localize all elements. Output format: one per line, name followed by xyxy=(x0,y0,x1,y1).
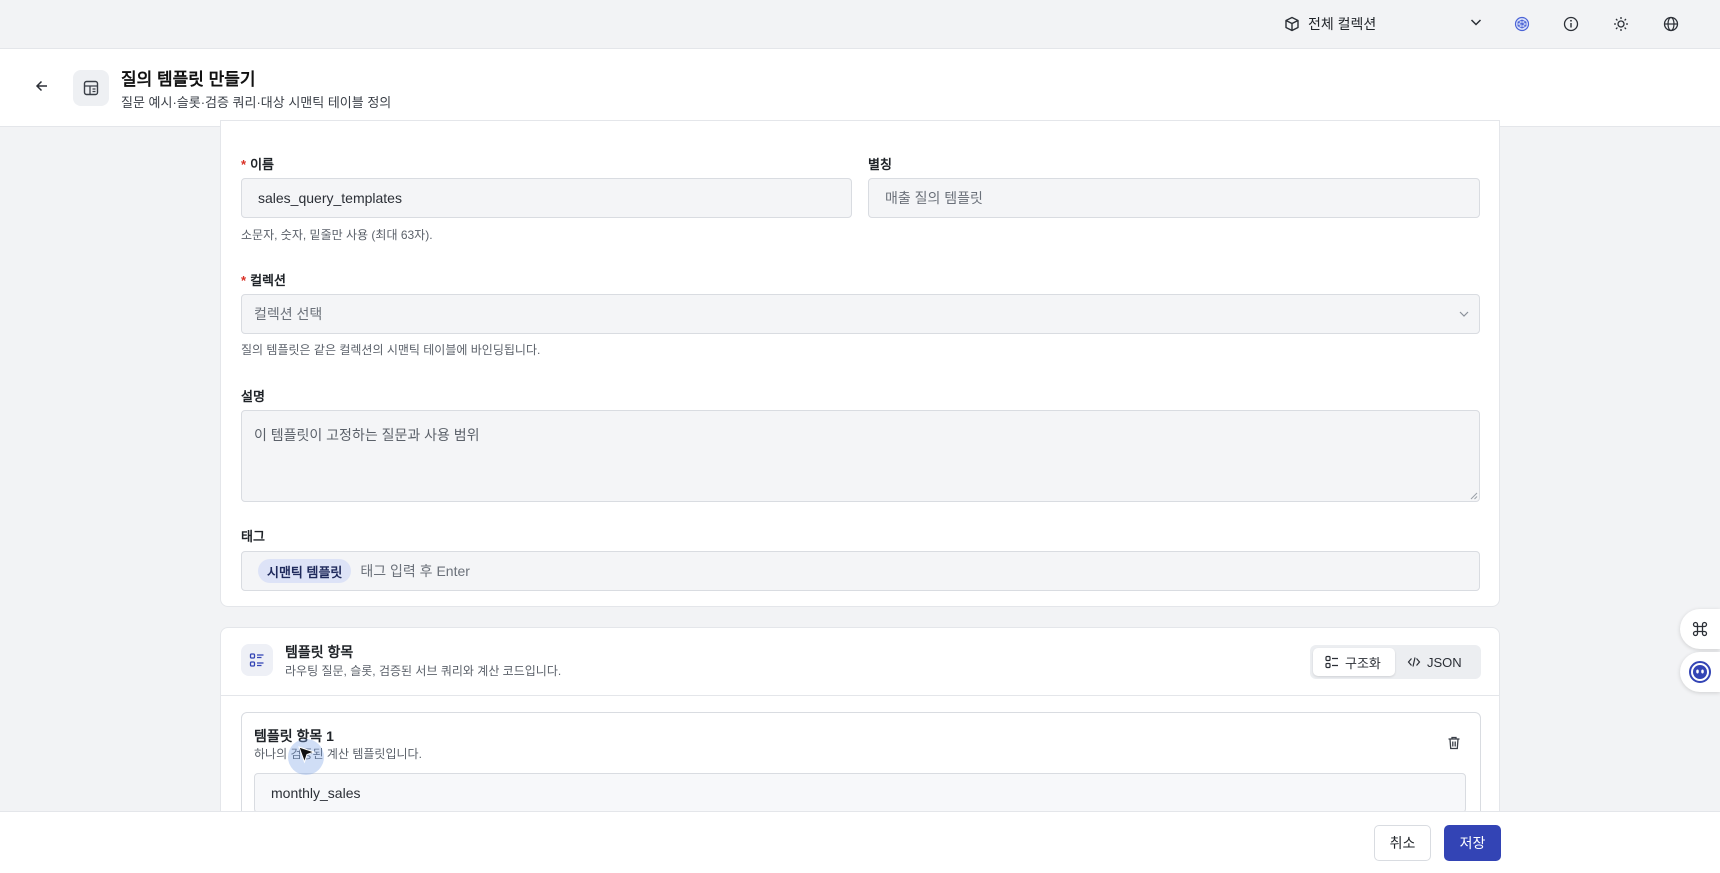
tab-structured-label: 구조화 xyxy=(1345,655,1381,671)
collection-switcher-label: 전체 컬렉션 xyxy=(1308,16,1377,32)
tab-json[interactable]: JSON xyxy=(1395,648,1474,676)
template-item-name-input[interactable]: monthly_sales xyxy=(254,773,1466,813)
code-icon xyxy=(1407,655,1421,669)
footer-bar: 취소 저장 xyxy=(0,811,1720,873)
alias-input[interactable]: 매출 질의 템플릿 xyxy=(868,178,1480,218)
info-icon[interactable] xyxy=(1559,12,1583,36)
network-icon[interactable] xyxy=(1510,12,1534,36)
assistant-bot-icon xyxy=(1688,660,1712,684)
page-header: 질의 템플릿 만들기 질문 예시·슬롯·검증 쿼리·대상 시맨틱 테이블 정의 xyxy=(0,48,1720,127)
name-label-text: 이름 xyxy=(250,157,274,172)
resize-handle-icon[interactable] xyxy=(1470,492,1478,500)
collection-switcher[interactable]: 전체 컬렉션 xyxy=(1284,12,1484,36)
section-title: 템플릿 항목 xyxy=(285,644,354,660)
required-mark: * xyxy=(241,273,247,288)
description-label: 설명 xyxy=(241,389,265,404)
collection-label-text: 컬렉션 xyxy=(250,273,286,288)
section-divider xyxy=(221,695,1499,696)
save-button[interactable]: 저장 xyxy=(1444,825,1501,861)
name-hint: 소문자, 숫자, 밑줄만 사용 (최대 63자). xyxy=(241,228,433,242)
description-textarea[interactable]: 이 템플릿이 고정하는 질문과 사용 범위 xyxy=(241,410,1480,502)
section-subtitle: 라우팅 질문, 슬롯, 검증된 서브 쿼리와 계산 코드입니다. xyxy=(285,664,562,678)
chevron-down-icon xyxy=(1468,14,1484,33)
template-icon xyxy=(73,70,109,106)
name-label: * 이름 xyxy=(241,154,274,173)
basic-info-card: * 이름 sales_query_templates 소문자, 숫자, 밑줄만 사… xyxy=(220,120,1500,607)
back-arrow-icon[interactable] xyxy=(32,76,52,96)
cancel-button[interactable]: 취소 xyxy=(1374,825,1431,861)
trash-icon[interactable] xyxy=(1444,733,1464,753)
globe-icon[interactable] xyxy=(1659,12,1683,36)
view-mode-toggle: 구조화 JSON xyxy=(1310,645,1481,679)
structure-icon xyxy=(1325,655,1339,669)
tags-input[interactable]: 시맨틱 템플릿 태그 입력 후 Enter xyxy=(241,551,1480,591)
template-item-subtitle: 하나의 검증된 계산 템플릿입니다. xyxy=(254,747,422,761)
tab-json-label: JSON xyxy=(1427,654,1462,670)
chevron-down-icon xyxy=(1457,307,1471,321)
name-input[interactable]: sales_query_templates xyxy=(241,178,852,218)
collection-hint: 질의 템플릿은 같은 컬렉션의 시맨틱 테이블에 바인딩됩니다. xyxy=(241,343,541,357)
sun-icon[interactable] xyxy=(1609,12,1633,36)
required-mark: * xyxy=(241,157,247,172)
command-icon xyxy=(1691,620,1709,638)
list-icon xyxy=(241,644,273,676)
collection-label: * 컬렉션 xyxy=(241,270,286,289)
cube-icon xyxy=(1284,16,1300,32)
tags-placeholder: 태그 입력 후 Enter xyxy=(360,563,470,579)
top-bar: 전체 컬렉션 xyxy=(0,0,1720,48)
tab-structured[interactable]: 구조화 xyxy=(1313,648,1395,676)
collection-select-value: 컬렉션 선택 xyxy=(254,306,323,322)
page-subtitle: 질문 예시·슬롯·검증 쿼리·대상 시맨틱 테이블 정의 xyxy=(121,95,392,110)
tags-label: 태그 xyxy=(241,529,265,544)
assistant-button[interactable] xyxy=(1680,652,1720,692)
mouse-cursor-icon xyxy=(298,746,316,767)
shortcuts-button[interactable] xyxy=(1680,609,1720,649)
tag-chip[interactable]: 시맨틱 템플릿 xyxy=(258,559,352,583)
collection-select[interactable]: 컬렉션 선택 xyxy=(241,294,1480,334)
alias-label: 별칭 xyxy=(868,157,892,172)
page-title: 질의 템플릿 만들기 xyxy=(121,70,256,89)
